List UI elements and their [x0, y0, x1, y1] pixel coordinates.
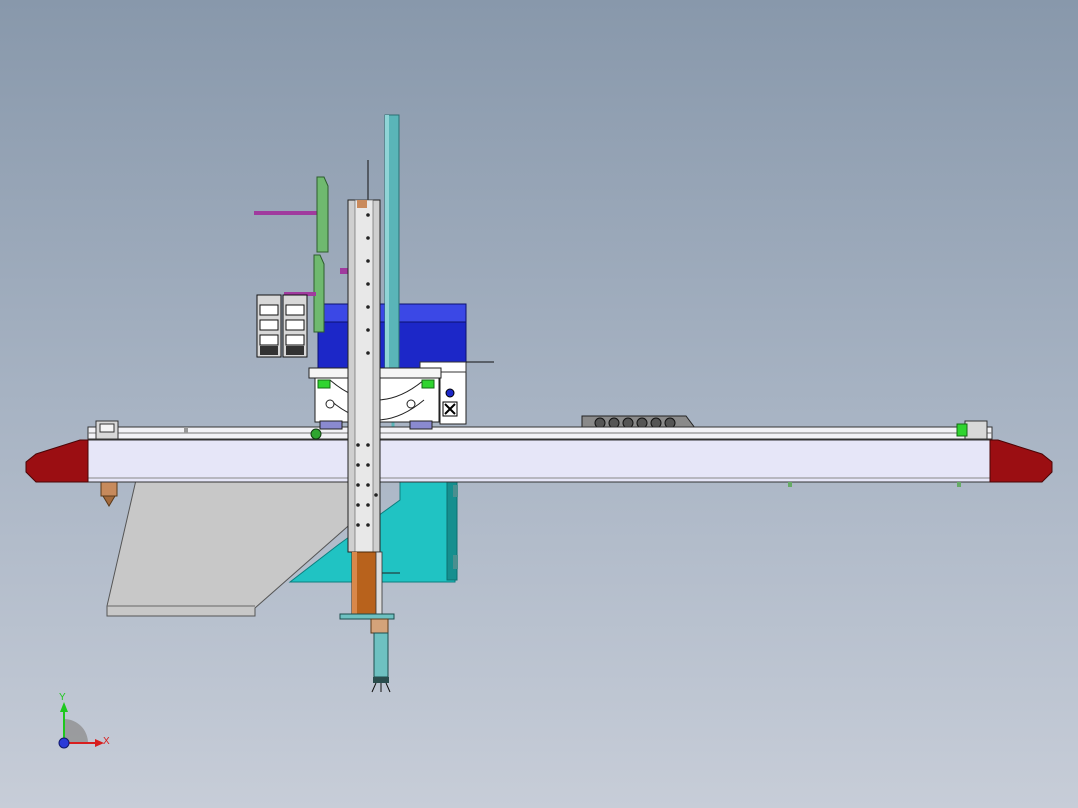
arm-magenta-upper [254, 211, 318, 215]
end-cap-right [989, 439, 1053, 483]
gripper-block-left [256, 294, 282, 358]
base-plate-gray [106, 479, 356, 617]
z-axis-column [347, 199, 381, 553]
coordinate-triad[interactable]: Y X [58, 692, 110, 749]
limit-sensor-green [956, 423, 968, 437]
gripper-block-right [282, 294, 308, 358]
z-axis-dot [58, 737, 70, 749]
gantry-robot-model[interactable]: Y X [0, 0, 1078, 808]
cad-graphics-viewport[interactable]: Y X [0, 0, 1078, 808]
end-bracket-right [964, 420, 988, 440]
end-effector-nozzle [370, 618, 391, 693]
x-axis-beam [87, 426, 993, 487]
y-axis-label: Y [59, 692, 66, 703]
bracket-green-upper [316, 176, 329, 253]
x-axis-label: X [103, 736, 110, 747]
pneumatic-fitting [100, 481, 118, 497]
end-cap-left [25, 439, 89, 483]
